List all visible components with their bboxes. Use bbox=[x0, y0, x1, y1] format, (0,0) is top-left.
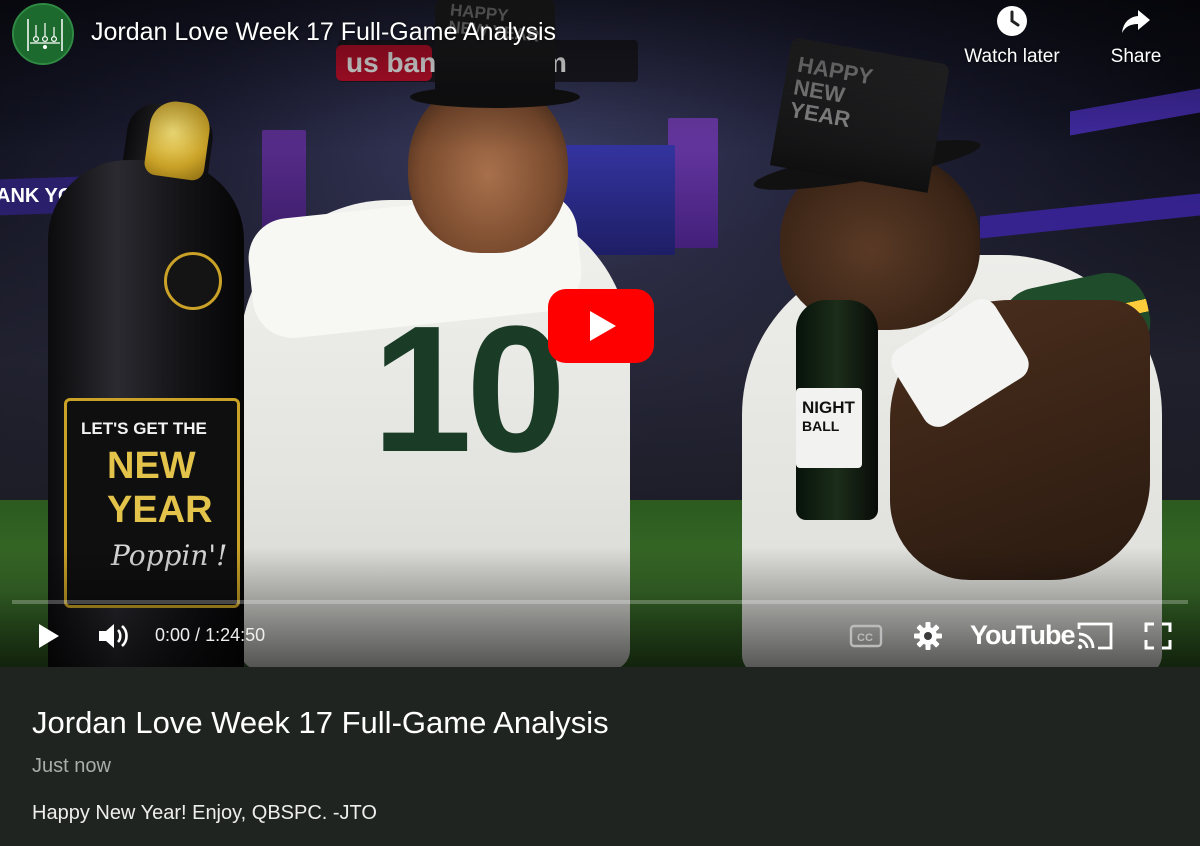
bottle-label: LET'S GET THE NEW YEAR Poppin'! bbox=[64, 398, 240, 608]
mute-button[interactable] bbox=[94, 618, 134, 654]
share-button[interactable]: Share bbox=[1105, 4, 1167, 84]
bottle-label-text-3: YEAR bbox=[107, 489, 213, 531]
volume-icon bbox=[99, 624, 128, 648]
youtube-logo[interactable]: YouTube bbox=[970, 620, 1075, 651]
large-play-button[interactable] bbox=[548, 289, 654, 363]
progress-bar[interactable] bbox=[12, 600, 1188, 604]
channel-avatar[interactable] bbox=[12, 3, 74, 65]
fullscreen-icon bbox=[1144, 622, 1172, 650]
info-date: Just now bbox=[32, 755, 111, 777]
share-arrow-icon bbox=[1122, 10, 1150, 33]
share-label: Share bbox=[1110, 46, 1162, 67]
party-top-hat: HAPPY NEW YEAR bbox=[769, 37, 951, 193]
play-icon bbox=[39, 624, 59, 648]
jersey-number: 10 bbox=[372, 289, 566, 490]
settings-button[interactable] bbox=[908, 618, 948, 654]
settings-gear-icon bbox=[914, 622, 942, 650]
svg-text:CC: CC bbox=[857, 632, 873, 644]
cc-icon: CC bbox=[849, 624, 883, 648]
bottle-label-text-2: NEW bbox=[107, 445, 196, 487]
subtitles-button[interactable]: CC bbox=[846, 618, 886, 654]
play-button[interactable] bbox=[30, 618, 66, 654]
info-title[interactable]: Jordan Love Week 17 Full-Game Analysis bbox=[32, 705, 609, 741]
time-separator: / bbox=[190, 625, 206, 645]
fullscreen-button[interactable] bbox=[1140, 618, 1176, 654]
small-bottle-label-text-1: NIGHT bbox=[802, 398, 855, 417]
bottle-label-text-4: Poppin'! bbox=[111, 539, 228, 572]
info-description: Happy New Year! Enjoy, QBSPC. -JTO bbox=[32, 802, 377, 824]
time-display: 0:00 / 1:24:50 bbox=[155, 625, 265, 646]
control-bar: 0:00 / 1:24:50 CC YouTube bbox=[0, 608, 1200, 664]
small-bottle-label: NIGHT BALL bbox=[796, 388, 862, 468]
cast-icon bbox=[1077, 622, 1113, 650]
youtube-play-icon bbox=[548, 289, 654, 363]
party-top-hat: HAPPY NEW YEAR bbox=[435, 0, 555, 95]
video-player[interactable]: us bank stadium ANK YOU 10 HAPPY NEW YEA… bbox=[0, 0, 1200, 667]
scoreboard-screen bbox=[668, 118, 718, 248]
video-info-panel: Jordan Love Week 17 Full-Game Analysis J… bbox=[0, 667, 1200, 846]
time-current: 0:00 bbox=[155, 625, 191, 645]
watch-later-button[interactable]: Watch later bbox=[956, 4, 1068, 84]
watch-later-label: Watch later bbox=[964, 46, 1060, 67]
clock-graphic bbox=[164, 252, 222, 310]
clock-icon bbox=[997, 6, 1027, 36]
cast-button[interactable] bbox=[1074, 618, 1116, 654]
hat-text: HAPPY NEW YEAR bbox=[787, 51, 875, 133]
time-total: 1:24:50 bbox=[205, 625, 266, 645]
bottle-label-text-1: LET'S GET THE bbox=[81, 419, 207, 438]
video-title[interactable]: Jordan Love Week 17 Full-Game Analysis bbox=[91, 18, 556, 47]
small-bottle-label-text-2: BALL bbox=[802, 417, 840, 434]
